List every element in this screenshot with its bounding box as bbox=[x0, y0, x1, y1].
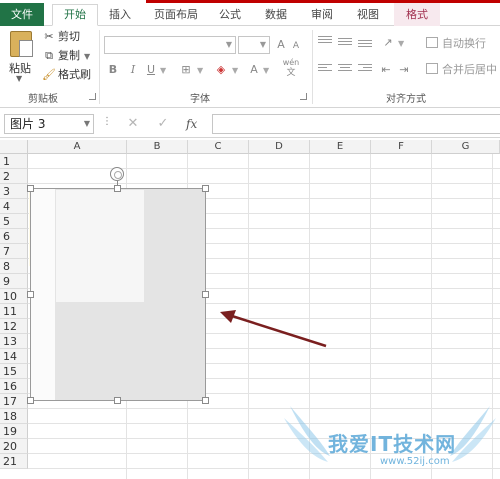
group-separator bbox=[99, 30, 100, 104]
fill-color-icon[interactable]: ◈ bbox=[213, 61, 229, 79]
copy-dropdown-icon[interactable]: ▼ bbox=[84, 52, 90, 61]
ribbon-tab-bar: 文件 开始 插入 页面布局 公式 数据 审阅 视图 格式 bbox=[0, 0, 500, 26]
watermark: 我爱IT技术网 www.52ij.com bbox=[280, 400, 500, 479]
worksheet-grid[interactable]: A B C D E F G 1 2 3 4 5 6 7 8 9 10 11 12… bbox=[0, 140, 500, 479]
tab-format[interactable]: 格式 bbox=[394, 3, 440, 26]
watermark-text: 我爱IT技术网 bbox=[328, 432, 457, 456]
tab-insert[interactable]: 插入 bbox=[104, 5, 136, 25]
merge-center-button[interactable]: 合并后居中 bbox=[426, 61, 497, 79]
bold-button[interactable]: B bbox=[106, 61, 120, 79]
chevron-down-icon: ▼ bbox=[225, 40, 232, 49]
tab-home[interactable]: 开始 bbox=[52, 4, 98, 26]
align-center-icon[interactable] bbox=[338, 64, 352, 76]
tab-formulas[interactable]: 公式 bbox=[214, 5, 246, 25]
watermark-url: www.52ij.com bbox=[380, 456, 450, 467]
format-painter-button[interactable]: 🖌 格式刷 bbox=[42, 67, 91, 83]
align-bottom-icon[interactable] bbox=[358, 40, 372, 52]
orientation-dropdown-icon[interactable]: ▼ bbox=[398, 39, 404, 48]
copy-label: 复制 bbox=[58, 49, 80, 62]
enter-icon[interactable]: ✓ bbox=[154, 114, 172, 134]
more-options-icon[interactable]: ⋮ bbox=[102, 116, 112, 127]
font-size-combo[interactable]: ▼ bbox=[238, 36, 270, 54]
align-middle-icon[interactable] bbox=[338, 38, 352, 50]
paste-icon[interactable] bbox=[10, 31, 33, 57]
italic-button[interactable]: I bbox=[126, 61, 140, 79]
align-right-icon[interactable] bbox=[358, 64, 372, 76]
borders-dropdown-icon[interactable]: ▼ bbox=[197, 66, 203, 75]
tab-file[interactable]: 文件 bbox=[0, 3, 44, 26]
paste-dropdown-icon[interactable]: ▼ bbox=[16, 74, 22, 83]
phonetic-label: wén bbox=[282, 58, 300, 67]
tab-page-layout[interactable]: 页面布局 bbox=[148, 5, 204, 25]
clipboard-launcher-icon[interactable] bbox=[89, 93, 96, 100]
title-accent-line bbox=[146, 0, 500, 3]
merge-center-icon bbox=[426, 63, 438, 74]
decrease-indent-icon[interactable]: ⇤ bbox=[378, 61, 394, 79]
cancel-icon[interactable]: ✕ bbox=[124, 114, 142, 134]
font-color-dropdown-icon[interactable]: ▼ bbox=[263, 66, 269, 75]
merge-center-label: 合并后居中 bbox=[442, 63, 497, 76]
wrap-text-button[interactable]: 自动换行 bbox=[426, 35, 486, 53]
tab-view[interactable]: 视图 bbox=[350, 5, 386, 25]
align-top-icon[interactable] bbox=[318, 36, 332, 48]
align-left-icon[interactable] bbox=[318, 64, 332, 76]
chevron-down-icon: ▼ bbox=[259, 40, 266, 49]
clipboard-group-label: 剪贴板 bbox=[28, 94, 58, 105]
name-box[interactable]: 图片 3 ▼ bbox=[4, 114, 94, 134]
cut-label: 剪切 bbox=[58, 30, 80, 43]
tab-data[interactable]: 数据 bbox=[258, 5, 294, 25]
copy-button[interactable]: ⧉ 复制 ▼ bbox=[42, 48, 90, 64]
wrap-text-icon bbox=[426, 37, 438, 48]
formula-input[interactable] bbox=[212, 114, 500, 134]
font-color-button[interactable]: A bbox=[247, 61, 261, 79]
font-group-label: 字体 bbox=[190, 94, 210, 105]
grow-font-button[interactable]: A bbox=[274, 36, 288, 54]
wrap-text-label: 自动换行 bbox=[442, 37, 486, 50]
format-painter-label: 格式刷 bbox=[58, 68, 91, 81]
group-separator bbox=[312, 30, 313, 104]
fill-color-dropdown-icon[interactable]: ▼ bbox=[232, 66, 238, 75]
name-box-value: 图片 3 bbox=[10, 117, 46, 131]
underline-button[interactable]: U bbox=[144, 61, 158, 79]
scissors-icon: ✂ bbox=[44, 30, 54, 43]
tab-review[interactable]: 审阅 bbox=[304, 5, 340, 25]
ribbon: 粘贴 ▼ ✂ 剪切 ⧉ 复制 ▼ 🖌 格式刷 剪贴板 ▼ ▼ A A B I U ▼ ⊞… bbox=[0, 26, 500, 108]
chevron-down-icon: ▼ bbox=[83, 119, 90, 128]
alignment-group-label: 对齐方式 bbox=[386, 94, 426, 105]
paintbrush-icon: 🖌 bbox=[42, 68, 56, 81]
copy-icon: ⧉ bbox=[45, 49, 53, 62]
increase-indent-icon[interactable]: ⇥ bbox=[396, 61, 412, 79]
font-launcher-icon[interactable] bbox=[300, 93, 307, 100]
orientation-icon[interactable]: ↗ bbox=[380, 34, 396, 52]
font-name-combo[interactable]: ▼ bbox=[104, 36, 236, 54]
borders-icon[interactable]: ⊞ bbox=[178, 61, 194, 79]
insert-function-button[interactable]: fx bbox=[186, 114, 197, 134]
cut-button[interactable]: ✂ 剪切 bbox=[42, 29, 80, 45]
formula-bar: 图片 3 ▼ ⋮ ✕ ✓ fx bbox=[0, 108, 500, 138]
phonetic-button[interactable]: wén 文 bbox=[280, 58, 302, 78]
underline-dropdown-icon[interactable]: ▼ bbox=[160, 66, 166, 75]
shrink-font-button[interactable]: A bbox=[290, 37, 302, 55]
